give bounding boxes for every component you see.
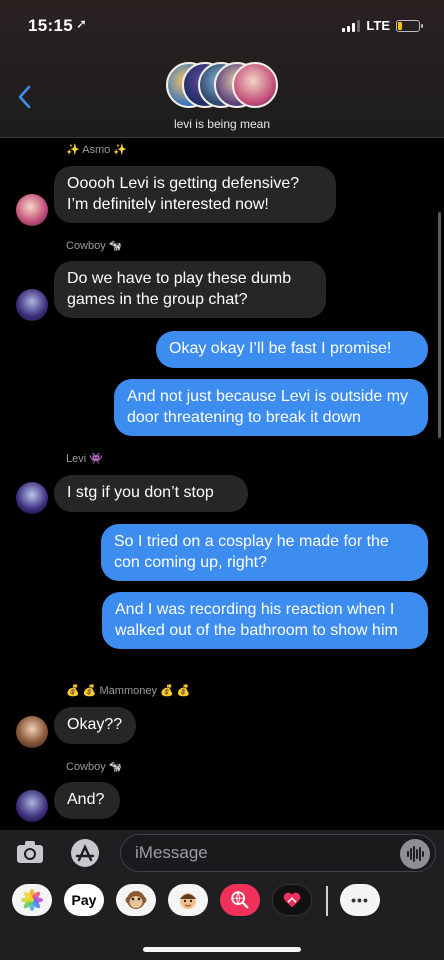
app-store-icon[interactable] <box>68 838 102 868</box>
avatar <box>16 716 48 748</box>
sender-name: Cowboy 🐄 <box>66 761 123 773</box>
compose-bar: iMessage <box>0 830 444 876</box>
avatar <box>16 790 48 822</box>
apple-pay-icon[interactable]: Pay <box>64 884 104 916</box>
sender-name: 💰 💰 Mammoney 💰 💰 <box>66 685 191 697</box>
status-time: 15:15 <box>28 16 73 35</box>
message-bubble[interactable]: I stg if you don’t stop <box>54 475 248 512</box>
more-icon[interactable]: ••• <box>340 884 380 916</box>
message-bubble[interactable]: And? <box>54 782 120 819</box>
memoji-icon[interactable] <box>168 884 208 916</box>
group-name[interactable]: levi is being mean <box>0 117 444 131</box>
message-bubble[interactable]: So I tried on a cosplay he made for the … <box>101 524 428 581</box>
group-avatars[interactable] <box>166 62 278 110</box>
avatar <box>16 194 48 226</box>
message-bubble[interactable]: And I was recording his reaction when I … <box>102 592 428 649</box>
message-bubble[interactable]: Okay okay I’ll be fast I promise! <box>156 331 428 368</box>
avatar <box>232 62 278 108</box>
camera-icon[interactable] <box>16 840 44 864</box>
globe-search-icon[interactable] <box>220 884 260 916</box>
sender-name: ✨ Asmo ✨ <box>66 144 128 156</box>
back-chevron-icon[interactable] <box>14 84 36 110</box>
message-bubble[interactable]: Okay?? <box>54 707 136 744</box>
more-label: ••• <box>351 892 369 908</box>
scrollbar[interactable] <box>438 212 441 438</box>
location-arrow-icon: ➚ <box>76 16 87 31</box>
avatar <box>16 289 48 321</box>
audio-message-icon[interactable] <box>400 839 430 869</box>
message-bubble[interactable]: Ooooh Levi is getting defensive? I’m def… <box>54 166 336 223</box>
sender-name: Cowboy 🐄 <box>66 240 123 252</box>
status-indicators: LTE <box>342 18 423 33</box>
chat-header: 15:15 ➚ LTE levi is being mean <box>0 0 444 138</box>
message-input[interactable]: iMessage <box>120 834 436 872</box>
message-bubble[interactable]: And not just because Levi is outside my … <box>114 379 428 436</box>
monkey-icon[interactable] <box>116 884 156 916</box>
home-indicator[interactable] <box>143 947 301 952</box>
network-type: LTE <box>366 18 390 33</box>
heart-icon[interactable] <box>272 884 312 916</box>
avatar <box>16 482 48 514</box>
photos-icon[interactable] <box>12 884 52 916</box>
sender-name: Levi 👾 <box>66 453 103 465</box>
battery-icon <box>396 19 423 32</box>
app-drawer: Pay ••• <box>0 876 444 960</box>
divider <box>326 886 328 916</box>
apple-pay-label: Pay <box>71 892 97 908</box>
signal-strength-icon <box>342 19 361 32</box>
message-bubble[interactable]: Do we have to play these dumb games in t… <box>54 261 326 318</box>
message-list[interactable]: ✨ Asmo ✨ Ooooh Levi is getting defensive… <box>0 138 444 830</box>
